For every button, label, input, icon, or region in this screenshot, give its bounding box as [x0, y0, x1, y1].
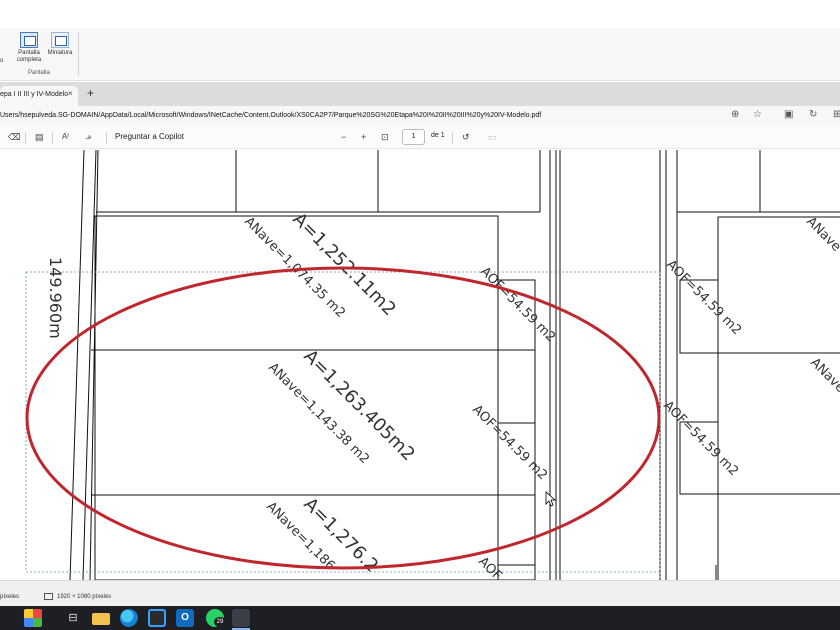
pdf-document-view[interactable]: 149.960m A=1,252.11m2 ANave=1,074.35 m2 …	[0, 150, 840, 580]
ribbon: o Pantalla completa Miniatura Pantalla	[0, 28, 840, 81]
right-lot-2-aof: AOF=54.59 m2	[660, 398, 741, 479]
status-bar	[0, 580, 840, 606]
toolbar-separator	[52, 132, 53, 144]
thumbnail-button[interactable]: Miniatura	[44, 32, 76, 57]
whatsapp-badge: 29	[214, 617, 226, 627]
tab-strip	[0, 82, 840, 106]
edge-browser-icon[interactable]	[120, 609, 138, 627]
app-cube-icon[interactable]	[24, 609, 42, 627]
store-icon[interactable]	[148, 609, 166, 627]
star-icon[interactable]: ☆	[753, 108, 762, 122]
zoom-icon[interactable]: ⊕	[731, 108, 739, 122]
building-outline	[717, 216, 840, 580]
toolbar-separator	[106, 132, 107, 144]
ribbon-group-label: Pantalla	[28, 70, 50, 76]
ask-copilot-button[interactable]: Preguntar a Copilot	[115, 132, 184, 141]
rotate-icon[interactable]: ↺	[462, 131, 470, 143]
eraser-icon[interactable]: ⌫	[8, 131, 21, 143]
zoom-out-button[interactable]: −	[341, 131, 346, 143]
street-line	[69, 150, 85, 580]
image-size-icon	[44, 593, 53, 600]
ribbon-separator	[78, 32, 79, 76]
tab-close-icon[interactable]: ×	[68, 89, 73, 98]
table-of-contents-icon[interactable]: ▤	[35, 131, 44, 143]
lot-2-aof: AOF=54.59 m2	[469, 402, 550, 483]
page-total: de 1	[431, 132, 445, 139]
page-number-input[interactable]: 1	[402, 129, 425, 145]
fullscreen-icon	[20, 32, 38, 48]
read-aloud-icon[interactable]: Aᴵ	[62, 131, 69, 143]
address-url[interactable]: Users/hsepulveda.SG-DOMAIN/AppData/Local…	[0, 109, 740, 123]
right-lot-2-nave: ANave	[807, 355, 840, 396]
snipping-tool-icon[interactable]	[232, 609, 250, 627]
fit-page-icon[interactable]: ⊡	[381, 131, 389, 143]
top-blank-area	[0, 0, 840, 28]
fullscreen-label: Pantalla completa	[16, 50, 42, 63]
outlook-icon[interactable]: O	[176, 609, 194, 627]
right-lot-1-nave: ANave	[803, 214, 840, 255]
toolbar-separator	[25, 132, 26, 144]
status-left-text: píxeles	[0, 594, 20, 600]
thumbnail-label: Miniatura	[47, 50, 73, 56]
browser-tab[interactable]: epa I II III y IV-Modelo	[0, 86, 78, 106]
lot-1-area: A=1,252.11m2	[288, 209, 399, 320]
translate-icon[interactable]: ꭿ	[86, 131, 91, 143]
site-plan-drawing: 149.960m A=1,252.11m2 ANave=1,074.35 m2 …	[25, 150, 840, 580]
split-screen-icon[interactable]: ▣	[784, 108, 793, 122]
thumbnail-icon	[51, 32, 69, 48]
fullscreen-button[interactable]: Pantalla completa	[12, 32, 46, 64]
tab-title: epa I II III y IV-Modelo	[0, 91, 69, 98]
new-tab-button[interactable]: +	[87, 87, 94, 99]
zoom-in-button[interactable]: +	[361, 131, 366, 143]
file-explorer-icon[interactable]	[92, 613, 110, 625]
image-dimensions: 1920 × 1080 píxeles	[57, 594, 112, 600]
task-view-icon[interactable]: ⊟	[64, 609, 82, 627]
lot-3-aof: AOF	[475, 554, 504, 580]
toolbar-separator	[452, 132, 453, 144]
lot-3-area: A=1,276.2	[299, 494, 382, 577]
refresh-icon[interactable]: ↻	[809, 108, 817, 122]
left-dimension-label: 149.960m	[46, 257, 65, 339]
ribbon-cut-label: o	[0, 58, 4, 64]
right-lot-1-aof: AOF=54.59 m2	[663, 257, 744, 338]
lot-1-aof: AOF=54.59 m2	[477, 264, 558, 345]
extensions-icon[interactable]: ⊞	[833, 108, 840, 122]
page-view-icon: ▭	[488, 132, 497, 142]
